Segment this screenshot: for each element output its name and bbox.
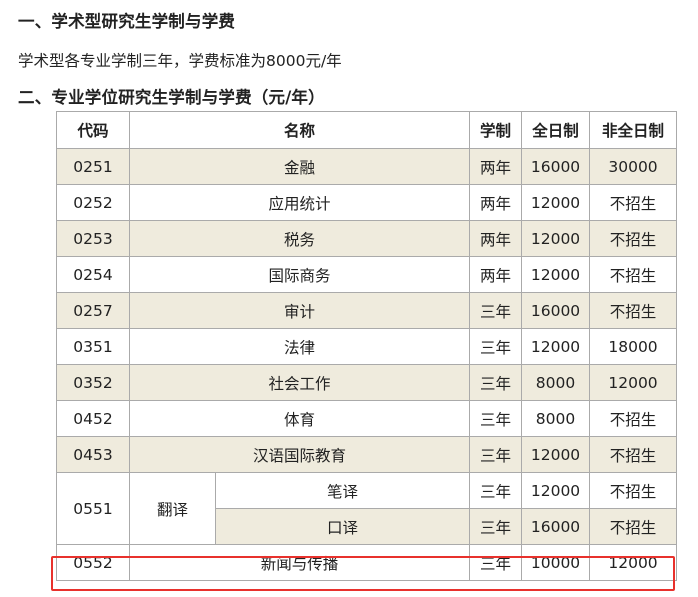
cell-name: 法律 xyxy=(128,328,471,365)
cell-name: 金融 xyxy=(128,148,471,185)
cell-duration: 两年 xyxy=(469,256,523,293)
cell-code: 0252 xyxy=(56,184,130,221)
cell-fulltime: 16000 xyxy=(521,292,591,329)
cell-parttime: 不招生 xyxy=(589,400,678,437)
cell-subname: 笔译 xyxy=(214,472,471,509)
table-body: 0251 金融 两年 16000 30000 0252 应用统计 两年 1200… xyxy=(56,148,678,581)
section2-heading: 二、专业学位研究生学制与学费（元/年） xyxy=(18,88,325,107)
cell-code: 0253 xyxy=(56,220,130,257)
cell-duration: 三年 xyxy=(469,436,523,473)
cell-code: 0452 xyxy=(56,400,130,437)
cell-name: 汉语国际教育 xyxy=(128,436,471,473)
cell-parttime: 18000 xyxy=(589,328,678,365)
cell-duration: 两年 xyxy=(469,184,523,221)
cell-code: 0352 xyxy=(56,364,130,401)
cell-duration: 三年 xyxy=(469,328,523,365)
table-header-row: 代码 名称 学制 全日制 非全日制 xyxy=(56,111,678,149)
section1-heading: 一、学术型研究生学制与学费 xyxy=(18,12,236,31)
cell-category-name: 翻译 xyxy=(129,472,216,545)
cell-code: 0251 xyxy=(56,148,130,185)
cell-parttime: 不招生 xyxy=(589,508,678,545)
cell-name: 审计 xyxy=(128,292,471,329)
cell-fulltime: 8000 xyxy=(521,400,591,437)
cell-fulltime: 12000 xyxy=(521,220,591,257)
cell-parttime: 不招生 xyxy=(589,472,678,509)
table-row: 0253 税务 两年 12000 不招生 xyxy=(56,220,678,257)
table-row: 0453 汉语国际教育 三年 12000 不招生 xyxy=(56,436,678,473)
cell-fulltime: 10000 xyxy=(521,544,591,581)
cell-code: 0551 xyxy=(56,472,130,545)
cell-duration: 三年 xyxy=(469,292,523,329)
table-row: 0552 新闻与传播 三年 10000 12000 xyxy=(56,544,678,581)
table-row: 0452 体育 三年 8000 不招生 xyxy=(56,400,678,437)
cell-parttime: 不招生 xyxy=(589,436,678,473)
header-parttime: 非全日制 xyxy=(589,111,678,149)
cell-fulltime: 12000 xyxy=(521,328,591,365)
table-row: 0254 国际商务 两年 12000 不招生 xyxy=(56,256,678,293)
header-name: 名称 xyxy=(128,111,471,149)
cell-parttime: 12000 xyxy=(589,364,678,401)
cell-duration: 两年 xyxy=(469,220,523,257)
cell-fulltime: 12000 xyxy=(521,256,591,293)
cell-parttime: 30000 xyxy=(589,148,678,185)
cell-parttime: 不招生 xyxy=(589,220,678,257)
header-duration: 学制 xyxy=(469,111,523,149)
table-row: 0251 金融 两年 16000 30000 xyxy=(56,148,678,185)
cell-name: 新闻与传播 xyxy=(128,544,471,581)
cell-parttime: 12000 xyxy=(589,544,678,581)
cell-code: 0257 xyxy=(56,292,130,329)
table-row: 0252 应用统计 两年 12000 不招生 xyxy=(56,184,678,221)
table-row: 0351 法律 三年 12000 18000 xyxy=(56,328,678,365)
cell-code: 0351 xyxy=(56,328,130,365)
cell-fulltime: 12000 xyxy=(521,184,591,221)
cell-fulltime: 16000 xyxy=(521,148,591,185)
cell-duration: 三年 xyxy=(469,472,523,509)
cell-parttime: 不招生 xyxy=(589,256,678,293)
cell-code: 0254 xyxy=(56,256,130,293)
table-row: 0352 社会工作 三年 8000 12000 xyxy=(56,364,678,401)
table-row: 0551 翻译 笔译 三年 12000 不招生 xyxy=(56,472,678,545)
tuition-table: 代码 名称 学制 全日制 非全日制 0251 金融 两年 16000 30000… xyxy=(56,111,678,581)
cell-fulltime: 12000 xyxy=(521,472,591,509)
cell-code: 0552 xyxy=(56,544,130,581)
cell-duration: 三年 xyxy=(469,544,523,581)
cell-duration: 三年 xyxy=(469,364,523,401)
cell-name: 国际商务 xyxy=(128,256,471,293)
cell-duration: 三年 xyxy=(469,400,523,437)
cell-duration: 两年 xyxy=(469,148,523,185)
cell-name: 体育 xyxy=(128,400,471,437)
cell-duration: 三年 xyxy=(469,508,523,545)
cell-fulltime: 16000 xyxy=(521,508,591,545)
cell-name: 应用统计 xyxy=(128,184,471,221)
cell-parttime: 不招生 xyxy=(589,292,678,329)
cell-parttime: 不招生 xyxy=(589,184,678,221)
cell-name: 税务 xyxy=(128,220,471,257)
header-code: 代码 xyxy=(56,111,130,149)
cell-fulltime: 12000 xyxy=(521,436,591,473)
cell-name: 社会工作 xyxy=(128,364,471,401)
header-fulltime: 全日制 xyxy=(521,111,591,149)
cell-subname: 口译 xyxy=(214,508,471,545)
cell-code: 0453 xyxy=(56,436,130,473)
section1-text: 学术型各专业学制三年，学费标准为8000元/年 xyxy=(18,52,342,70)
cell-fulltime: 8000 xyxy=(521,364,591,401)
table-row: 0257 审计 三年 16000 不招生 xyxy=(56,292,678,329)
